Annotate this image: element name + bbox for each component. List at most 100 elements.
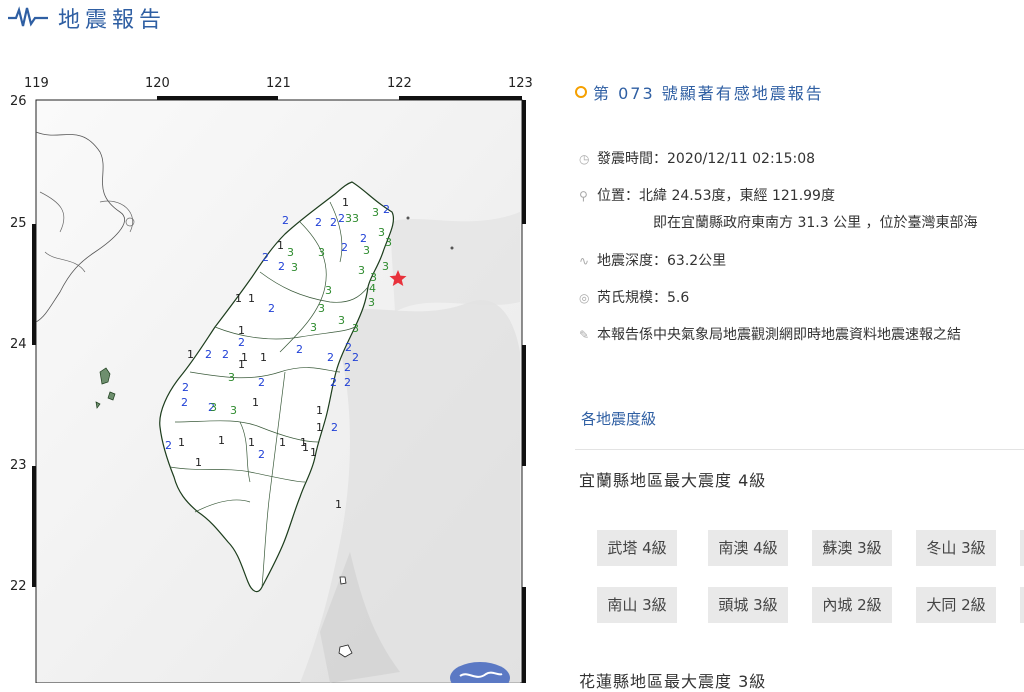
- intensity-label: 2: [330, 216, 337, 229]
- intensity-label: 3: [210, 401, 217, 414]
- intensity-label: 1: [218, 434, 225, 447]
- region-heading-yilan: 宜蘭縣地區最大震度 4級: [579, 471, 767, 490]
- intensity-label: 2: [258, 376, 265, 389]
- intensity-label: 1: [300, 436, 307, 449]
- report-panel: 第 073 號顯著有感地震報告 ◷ 發震時間：2020/12/11 02:15:0…: [575, 0, 1024, 691]
- intensity-label: 2: [338, 212, 345, 225]
- intensity-label: 1: [335, 498, 342, 511]
- intensity-label: 3: [291, 261, 298, 274]
- divider: [575, 449, 1024, 450]
- location-row: ⚲ 位置：北緯 24.53度，東經 121.99度: [579, 188, 835, 204]
- intensity-label: 2: [330, 376, 337, 389]
- axis-bar-top: [399, 96, 522, 100]
- signal-icon: ◎: [579, 291, 590, 305]
- intensity-label: 3: [358, 264, 365, 277]
- station-chip[interactable]: 南山 3級: [597, 587, 677, 623]
- intensity-label: 2: [331, 421, 338, 434]
- station-chip[interactable]: 內城 2級: [812, 587, 892, 623]
- location-detail: 即在宜蘭縣政府東南方 31.3 公里 ，位於臺灣東部海: [653, 215, 978, 231]
- seafloor-relief: [390, 212, 520, 312]
- intensity-label: 2: [222, 348, 229, 361]
- intensity-label: 1: [195, 456, 202, 469]
- axis-bar-left: [32, 466, 36, 587]
- y-tick-label: 23: [10, 458, 27, 473]
- intensity-label: 2: [181, 396, 188, 409]
- region-heading-hualien: 花蓮縣地區最大震度 3級: [579, 672, 767, 691]
- intensity-label: 1: [279, 436, 286, 449]
- pencil-icon: ✎: [579, 328, 590, 342]
- intensity-label: 3: [363, 244, 370, 257]
- map-canvas: 12 3 3 32 22332312323 2233333 431 12 3312331 1222…: [32, 96, 526, 683]
- intensity-label: 1: [178, 436, 185, 449]
- station-chip[interactable]: 蘇澳 3級: [812, 530, 892, 566]
- y-tick-label: 22: [10, 579, 27, 594]
- intensity-label: 2: [282, 214, 289, 227]
- intensity-label: 2: [344, 376, 351, 389]
- intensity-label: 4: [369, 282, 376, 295]
- intensity-label: 2: [238, 336, 245, 349]
- y-tick-label: 24: [10, 337, 27, 352]
- intensity-label: 3: [378, 226, 385, 239]
- magnitude-row: ◎ 芮氏規模：5.6: [579, 290, 690, 306]
- station-chip-clipped: [1020, 530, 1024, 566]
- intensity-label: 2: [262, 251, 269, 264]
- intensity-label: 3: [338, 314, 345, 327]
- depth-value: 63.2公里: [667, 253, 727, 269]
- intensity-label: 3: [287, 246, 294, 259]
- intensity-label: 2: [352, 351, 359, 364]
- island-outline: [450, 246, 454, 250]
- x-tick-label: 121: [266, 76, 291, 91]
- axis-bar-top: [157, 96, 278, 100]
- intensity-label: 3: [345, 212, 352, 225]
- intensity-label: 3: [318, 246, 325, 259]
- intensity-label: 3: [372, 206, 379, 219]
- axis-bar-right: [522, 345, 526, 466]
- y-tick-label: 25: [10, 216, 27, 231]
- intensity-label: 2: [205, 348, 212, 361]
- origin-time-value: 2020/12/11 02:15:08: [667, 151, 816, 167]
- intensity-by-region-link[interactable]: 各地震度級: [581, 408, 656, 429]
- intensity-label: 3: [368, 296, 375, 309]
- intensity-label: 2: [345, 341, 352, 354]
- station-chip[interactable]: 頭城 3級: [708, 587, 788, 623]
- location-value: 北緯 24.53度，東經 121.99度: [639, 188, 835, 204]
- x-tick-label: 119: [24, 76, 49, 91]
- seismic-icon: ∿: [579, 254, 590, 268]
- intensity-label: 1: [238, 358, 245, 371]
- y-tick-label: 26: [10, 94, 27, 109]
- intensity-label: 2: [344, 361, 351, 374]
- intensity-label: 2: [383, 203, 390, 216]
- origin-time-row: ◷ 發震時間：2020/12/11 02:15:08: [579, 151, 816, 167]
- axis-bar-right: [522, 100, 526, 224]
- island-outline: [406, 216, 410, 220]
- intensity-label: 3: [230, 404, 237, 417]
- intensity-label: 3: [382, 260, 389, 273]
- green-island: [339, 576, 347, 585]
- magnitude-value: 5.6: [667, 290, 690, 306]
- axis-bar-right: [522, 587, 526, 683]
- intensity-label: 2: [315, 216, 322, 229]
- intensity-label: 3: [310, 321, 317, 334]
- intensity-label: 2: [278, 260, 285, 273]
- map-pin-icon: ⚲: [579, 189, 588, 203]
- intensity-label: 1: [235, 292, 242, 305]
- station-chip[interactable]: 武塔 4級: [597, 530, 677, 566]
- station-chip[interactable]: 大同 2級: [916, 587, 996, 623]
- earthquake-map[interactable]: 1233322233231232322333334311233123311222…: [0, 72, 545, 683]
- intensity-label: 1: [252, 396, 259, 409]
- intensity-label: 2: [165, 439, 172, 452]
- intensity-label: 3: [385, 236, 392, 249]
- intensity-label: 1: [187, 348, 194, 361]
- intensity-label: 2: [327, 351, 334, 364]
- page-title: 地震報告: [58, 8, 167, 33]
- x-tick-label: 120: [145, 76, 170, 91]
- depth-row: ∿ 地震深度：63.2公里: [579, 253, 727, 269]
- station-chip-clipped: [1020, 587, 1024, 623]
- station-chip[interactable]: 南澳 4級: [708, 530, 788, 566]
- intensity-label: 1: [260, 351, 267, 364]
- station-chip[interactable]: 冬山 3級: [916, 530, 996, 566]
- circle-bullet-icon: [575, 86, 587, 98]
- note-row: ✎ 本報告係中央氣象局地震觀測網即時地震資料地震速報之結: [579, 327, 961, 343]
- intensity-label: 3: [352, 322, 359, 335]
- x-tick-label: 123: [508, 76, 533, 91]
